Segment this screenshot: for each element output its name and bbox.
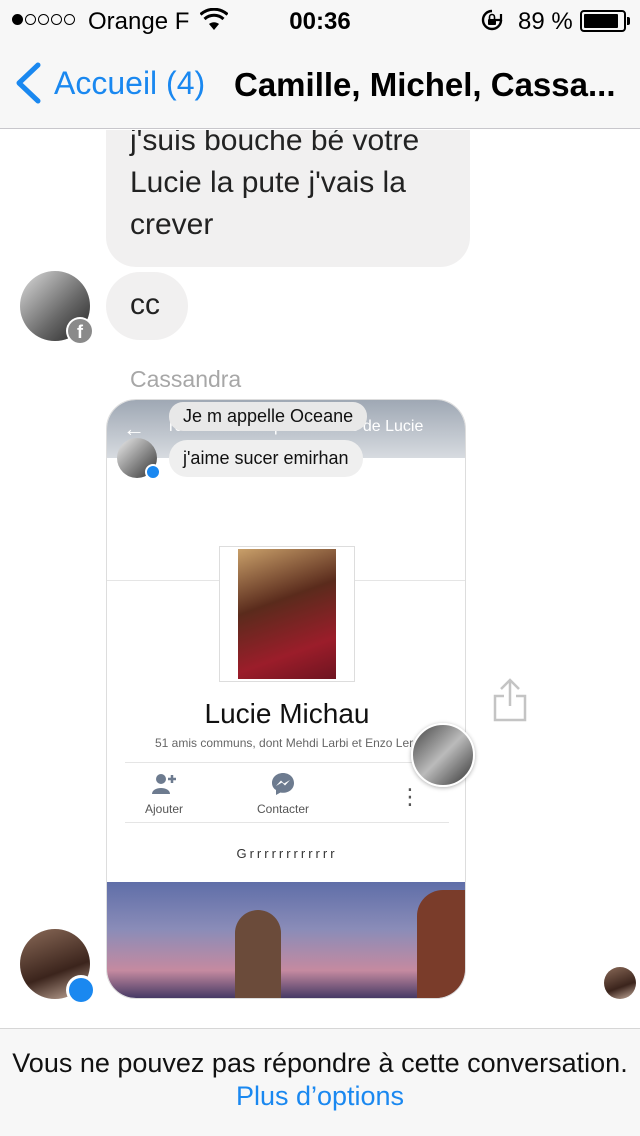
navigation-bar: Accueil (4) Camille, Michel, Cassa... xyxy=(0,40,640,129)
add-friend-icon xyxy=(152,774,177,794)
cannot-reply-text: Vous ne pouvez pas répondre à cette conv… xyxy=(12,1048,628,1078)
chat-head-avatar xyxy=(411,723,475,787)
cover-photo xyxy=(107,882,465,998)
messenger-badge-icon xyxy=(145,464,161,480)
profile-picture-frame xyxy=(219,546,355,682)
battery-percentage: 89 % xyxy=(518,8,573,35)
chevron-left-icon xyxy=(16,62,41,104)
divider xyxy=(125,762,449,763)
contact-label: Contacter xyxy=(257,802,310,816)
share-icon[interactable] xyxy=(492,678,528,722)
battery-fill xyxy=(584,14,618,28)
profile-picture xyxy=(238,549,336,679)
add-friend-action: Ajouter xyxy=(145,772,183,816)
contact-action: Contacter xyxy=(257,772,309,816)
status-bar: Orange F 00:36 89 % xyxy=(0,0,640,40)
battery-tip xyxy=(627,17,630,25)
read-receipt-avatar xyxy=(604,967,636,999)
blocked-reply-footer: Vous ne pouvez pas répondre à cette conv… xyxy=(0,1028,640,1136)
screenshot-message: j'aime sucer emirhan xyxy=(169,440,363,477)
cover-photo-figure xyxy=(235,910,281,998)
battery-icon xyxy=(580,10,626,32)
messenger-icon xyxy=(272,773,295,795)
more-options-link[interactable]: Plus d’options xyxy=(236,1081,404,1111)
messenger-badge-icon xyxy=(66,975,96,1005)
mutual-friends-text: 51 amis communs, dont Mehdi Larbi et Enz… xyxy=(155,736,420,750)
cover-photo-figure xyxy=(417,890,465,998)
message-bubble[interactable]: j'suis bouche bé votre Lucie la pute j'v… xyxy=(106,130,470,267)
shared-screenshot-image[interactable]: ← rcher dans les publications de Lucie J… xyxy=(106,399,466,999)
message-bubble[interactable]: cc xyxy=(106,272,188,340)
profile-name: Lucie Michau xyxy=(204,698,370,729)
add-friend-label: Ajouter xyxy=(145,802,184,816)
profile-bio: Grrrrrrrrrrrr xyxy=(236,846,338,861)
facebook-badge-icon: f xyxy=(66,317,94,345)
divider xyxy=(125,822,449,823)
more-options-icon: ⋮ xyxy=(399,784,421,809)
back-button[interactable]: Accueil (4) xyxy=(14,62,205,104)
conversation-title[interactable]: Camille, Michel, Cassa... xyxy=(234,66,634,104)
message-thread[interactable]: j'suis bouche bé votre Lucie la pute j'v… xyxy=(0,130,640,1028)
sender-name: Cassandra xyxy=(130,366,242,392)
screenshot-message: Je m appelle Oceane xyxy=(169,402,368,431)
rotation-lock-icon xyxy=(481,9,503,31)
back-label: Accueil (4) xyxy=(54,64,206,101)
